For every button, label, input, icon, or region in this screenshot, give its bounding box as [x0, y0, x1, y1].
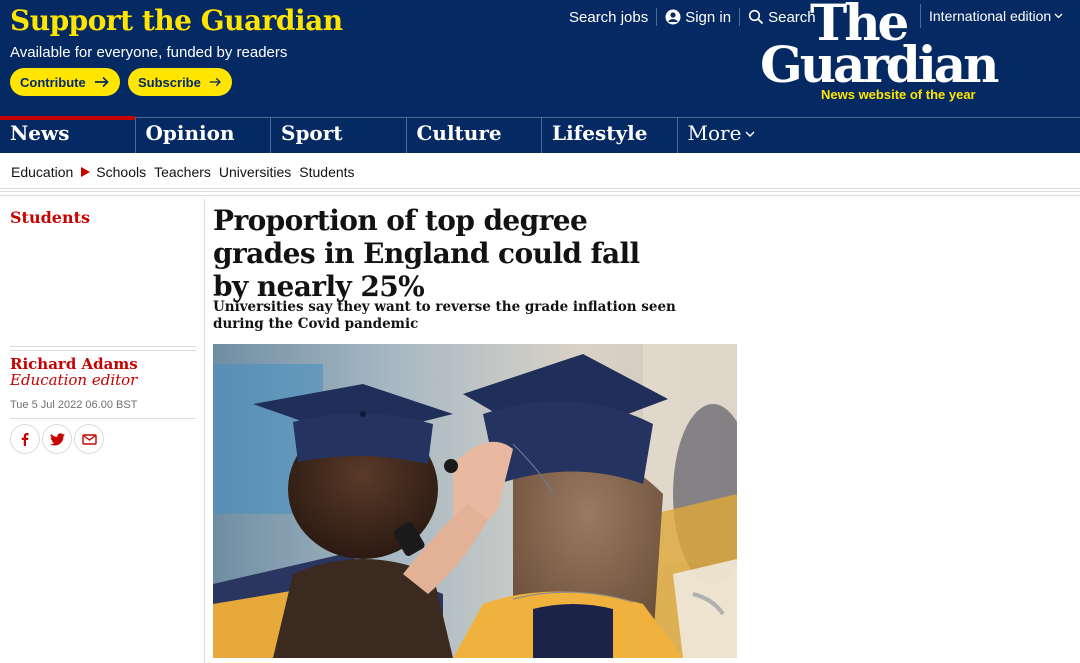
twitter-icon: [49, 432, 65, 445]
email-icon: [81, 433, 97, 445]
pillar-news[interactable]: News: [0, 116, 136, 153]
search-jobs-link[interactable]: Search jobs: [569, 9, 648, 26]
subscribe-label: Subscribe: [138, 74, 201, 90]
chevron-down-icon: [1054, 13, 1063, 19]
share-email-button[interactable]: [74, 424, 104, 454]
subnav-schools-label: Schools: [96, 163, 147, 180]
user-icon: [665, 9, 681, 25]
more-menu[interactable]: More: [678, 118, 756, 153]
pillar-nav: News Opinion Sport Culture Lifestyle Mor…: [0, 116, 1080, 153]
share-twitter-button[interactable]: [42, 424, 72, 454]
share-divider: [10, 418, 196, 419]
arrow-right-icon: [94, 76, 109, 88]
subnav: Education Schools Teachers Universities …: [0, 153, 1080, 190]
support-title: Support the Guardian: [10, 4, 343, 37]
publish-date: Tue 5 Jul 2022 06.00 BST: [10, 399, 138, 411]
subnav-teachers[interactable]: Teachers: [154, 164, 211, 180]
support-subtitle: Available for everyone, funded by reader…: [10, 44, 288, 61]
logo-tagline: News website of the year: [821, 87, 976, 102]
subnav-universities[interactable]: Universities: [219, 164, 291, 180]
divider: [656, 8, 658, 26]
subnav-students[interactable]: Students: [299, 164, 354, 180]
pillar-opinion[interactable]: Opinion: [136, 118, 271, 153]
subnav-divider: [0, 188, 1080, 196]
subnav-divider: [0, 191, 1080, 192]
sign-in-label: Sign in: [685, 8, 732, 26]
pillar-sport[interactable]: Sport: [271, 118, 407, 153]
subscribe-button[interactable]: Subscribe: [128, 68, 232, 96]
subnav-schools[interactable]: Schools: [81, 164, 146, 180]
chevron-down-icon: [745, 131, 755, 137]
section-label[interactable]: Students: [10, 208, 90, 227]
pillar-culture[interactable]: Culture: [407, 118, 542, 153]
masthead: Support the Guardian Available for every…: [0, 0, 1080, 117]
guardian-logo[interactable]: The Guardian News website of the year: [760, 0, 1020, 104]
more-label: More: [687, 121, 742, 145]
facebook-icon: [21, 433, 29, 446]
sign-in-link[interactable]: Sign in: [665, 9, 731, 26]
logo-guardian: Guardian: [760, 35, 999, 94]
article-headline: Proportion of top degree grades in Engla…: [213, 204, 640, 303]
graduates-photo: [213, 344, 737, 658]
divider: [739, 8, 741, 26]
hero-image: [213, 344, 737, 658]
author-role: Education editor: [10, 371, 138, 389]
column-divider: [204, 199, 205, 663]
byline-divider: [10, 346, 196, 351]
contribute-label: Contribute: [20, 74, 86, 90]
current-section-marker-icon: [81, 166, 91, 177]
pillar-lifestyle[interactable]: Lifestyle: [542, 118, 678, 153]
subnav-education[interactable]: Education: [11, 164, 73, 180]
contribute-button[interactable]: Contribute: [10, 68, 120, 96]
share-facebook-button[interactable]: [10, 424, 40, 454]
article-standfirst: Universities say they want to reverse th…: [213, 299, 676, 332]
share-buttons: [10, 424, 104, 454]
arrow-right-icon: [209, 77, 221, 87]
byline: Richard Adams Education editor: [10, 356, 200, 388]
